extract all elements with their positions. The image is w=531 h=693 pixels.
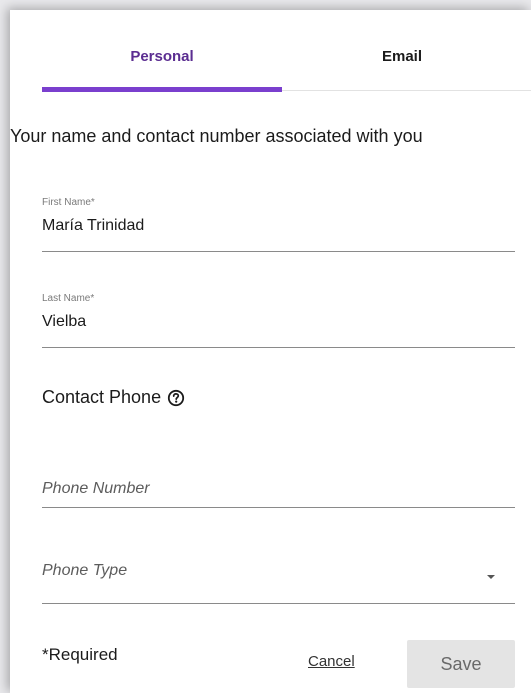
tab-bar: Personal Email bbox=[42, 40, 531, 92]
first-name-input[interactable] bbox=[42, 217, 482, 235]
phone-type-select[interactable]: Phone Type bbox=[42, 558, 515, 604]
tab-personal[interactable]: Personal bbox=[42, 48, 282, 65]
question-circle-icon[interactable] bbox=[167, 389, 185, 407]
cancel-link[interactable]: Cancel bbox=[308, 653, 355, 670]
last-name-input[interactable] bbox=[42, 313, 482, 331]
active-tab-indicator bbox=[42, 87, 282, 92]
caret-down-icon bbox=[487, 575, 495, 579]
save-button[interactable]: Save bbox=[407, 640, 515, 688]
contact-phone-title: Contact Phone bbox=[42, 387, 162, 407]
last-name-label: Last Name* bbox=[42, 293, 95, 304]
contact-phone-heading: Contact Phone bbox=[42, 387, 185, 408]
profile-form-panel: Personal Email Your name and contact num… bbox=[10, 10, 531, 693]
phone-number-input[interactable] bbox=[42, 480, 482, 498]
intro-text: Your name and contact number associated … bbox=[10, 126, 423, 146]
phone-type-placeholder: Phone Type bbox=[42, 562, 128, 579]
first-name-field: First Name* bbox=[42, 197, 515, 252]
required-note: *Required bbox=[42, 645, 118, 664]
phone-number-field bbox=[42, 478, 515, 508]
tab-email[interactable]: Email bbox=[282, 48, 522, 65]
last-name-field: Last Name* bbox=[42, 293, 515, 348]
first-name-label: First Name* bbox=[42, 197, 95, 208]
